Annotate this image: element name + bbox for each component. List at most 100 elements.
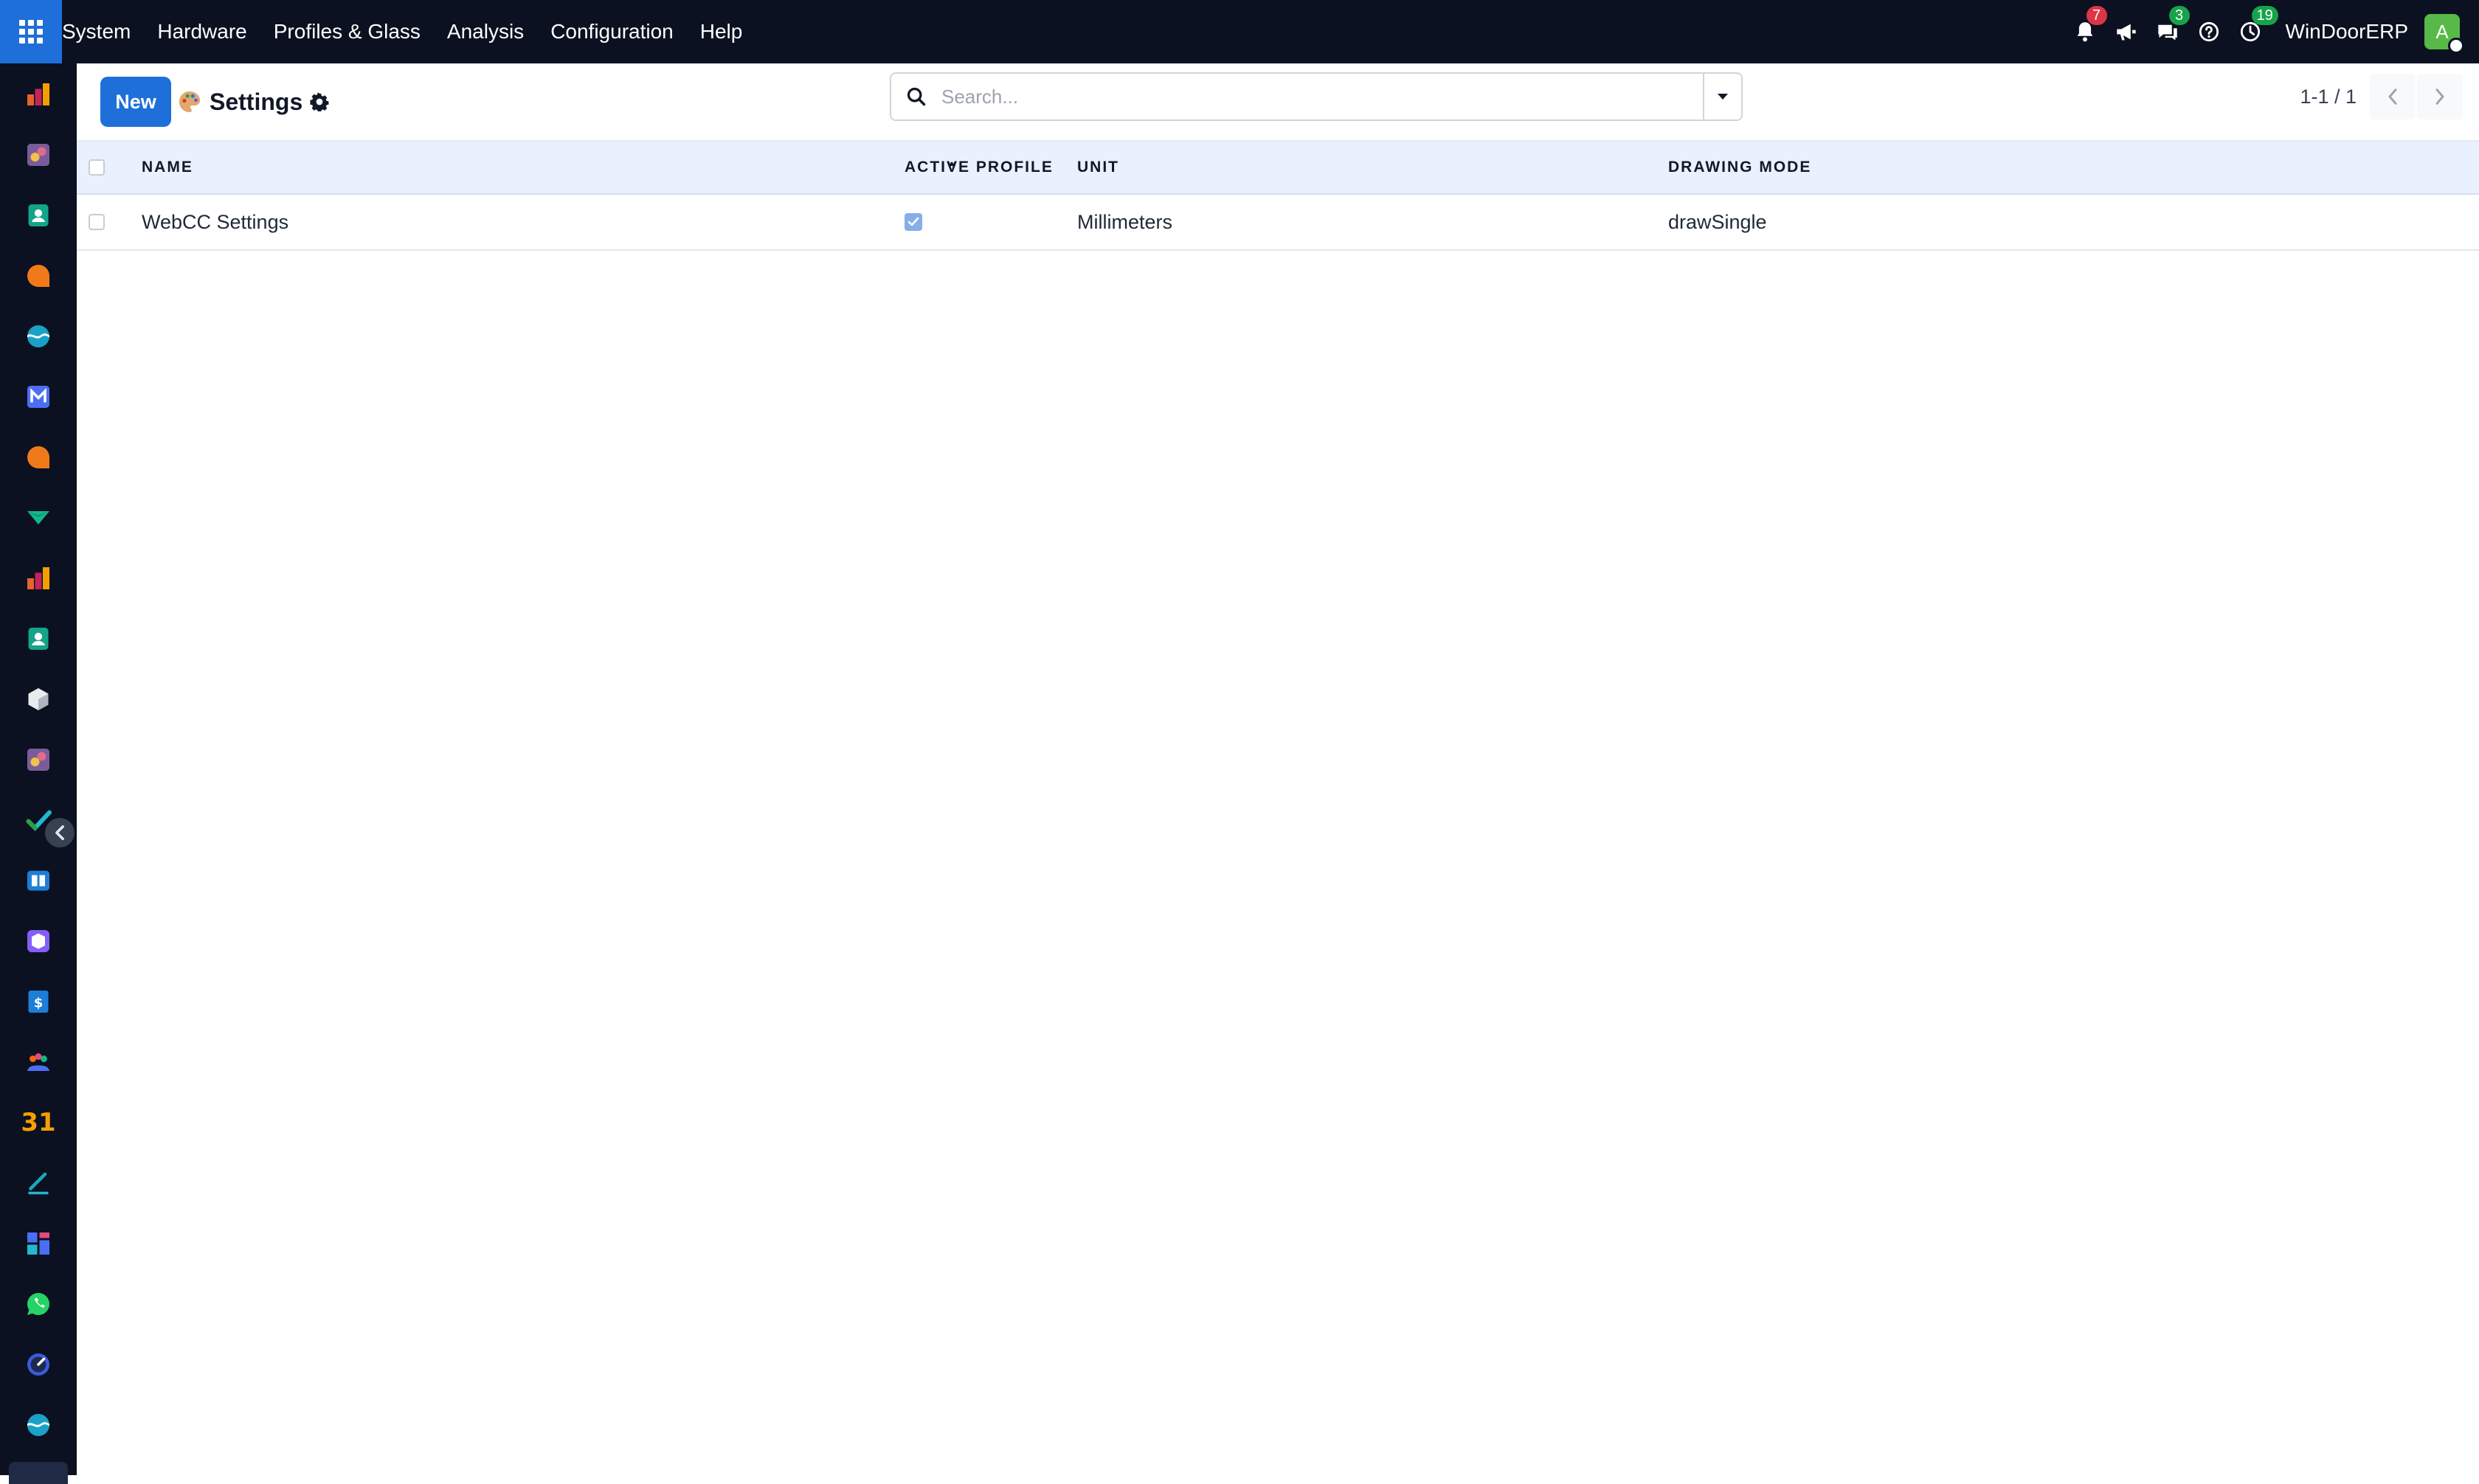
sidebar-app-live-chat[interactable] xyxy=(21,440,56,475)
sidebar-active-item[interactable] xyxy=(9,1462,68,1484)
active-profile-checkbox xyxy=(905,213,922,231)
pager-previous-button[interactable] xyxy=(2370,74,2416,119)
sidebar-app-calendar[interactable]: 31 xyxy=(21,1105,56,1140)
search-input[interactable] xyxy=(941,74,1703,119)
menu-analysis[interactable]: Analysis xyxy=(434,0,537,63)
column-header-label: Active Profile xyxy=(905,159,1054,176)
announcements-button[interactable] xyxy=(2107,0,2146,63)
user-avatar[interactable]: A xyxy=(2424,14,2464,54)
messages-button[interactable]: 3 xyxy=(2148,0,2190,63)
cell-name: WebCC Settings xyxy=(142,195,288,249)
menu-profiles-glass[interactable]: Profiles & Glass xyxy=(260,0,434,63)
apps-menu-button[interactable] xyxy=(0,0,62,63)
sidebar-app-contacts[interactable] xyxy=(21,198,56,233)
contacts-app-icon xyxy=(28,204,49,226)
book-app-icon xyxy=(27,870,49,891)
fold-app-icon xyxy=(27,511,49,524)
cube-app-icon xyxy=(28,688,49,710)
app-sidebar: $ 31 xyxy=(0,63,77,1484)
sidebar-app-discuss[interactable] xyxy=(21,258,56,294)
row-select-cell xyxy=(89,195,105,249)
search-options-toggle[interactable] xyxy=(1703,74,1741,119)
help-icon xyxy=(2199,21,2219,42)
sidebar-app-whatsapp[interactable] xyxy=(21,1286,56,1322)
company-switcher[interactable]: WinDoorERP xyxy=(2286,20,2408,44)
dashboard-app-icon xyxy=(27,1232,49,1255)
column-header-name[interactable]: Name xyxy=(142,142,956,193)
sidebar-app-wave-2[interactable] xyxy=(21,1407,56,1443)
sidebar-app-dashboard[interactable] xyxy=(21,1226,56,1261)
caret-down-icon xyxy=(1718,94,1728,100)
svg-text:$: $ xyxy=(34,996,44,1011)
box-app-icon xyxy=(27,930,49,952)
record-drawing-mode: drawSingle xyxy=(1668,210,1767,233)
wave-app-icon xyxy=(27,325,49,347)
sidebar-app-fold[interactable] xyxy=(21,500,56,535)
menu-help[interactable]: Help xyxy=(687,0,756,63)
menu-hardware[interactable]: Hardware xyxy=(144,0,260,63)
sidebar-app-knowledge[interactable] xyxy=(21,863,56,898)
chevron-left-icon xyxy=(55,825,64,841)
sidebar-app-products[interactable] xyxy=(21,923,56,959)
avatar-initial: A xyxy=(2435,20,2449,43)
mail-app-icon xyxy=(27,386,49,408)
sign-app-icon xyxy=(28,1172,49,1195)
notifications-button[interactable]: 7 xyxy=(2066,0,2107,63)
sidebar-app-mail[interactable] xyxy=(21,379,56,415)
contacts-app-icon xyxy=(28,628,49,650)
notification-count-badge: 7 xyxy=(2086,6,2107,25)
sidebar-app-gauge[interactable] xyxy=(21,1347,56,1382)
column-header-label: Unit xyxy=(1077,159,1119,176)
pager-next-button[interactable] xyxy=(2417,74,2463,119)
gear-icon[interactable] xyxy=(310,92,329,111)
record-unit: Millimeters xyxy=(1077,210,1173,233)
search-bar xyxy=(890,72,1743,121)
presence-status-icon xyxy=(2448,38,2464,54)
calendar-app-icon: 31 xyxy=(21,1108,56,1137)
sidebar-app-employees[interactable] xyxy=(21,621,56,656)
top-navbar: System Hardware Profiles & Glass Analysi… xyxy=(0,0,2479,63)
team-app-icon xyxy=(27,1053,49,1071)
breadcrumb: Settings xyxy=(177,77,329,127)
sidebar-app-invoicing[interactable]: $ xyxy=(21,984,56,1019)
table-row[interactable]: WebCC Settings Millimeters drawSingle xyxy=(77,195,2479,251)
column-header-unit[interactable]: Unit xyxy=(1077,142,1119,193)
sidebar-app-sign[interactable] xyxy=(21,1165,56,1201)
bar-chart-app-icon xyxy=(27,567,49,589)
menu-system[interactable]: System xyxy=(62,0,144,63)
clock-icon xyxy=(2240,21,2260,42)
sidebar-app-colors[interactable] xyxy=(21,137,56,173)
sidebar-app-bar-chart[interactable] xyxy=(21,77,56,112)
chat-bubble-app-icon xyxy=(27,265,49,287)
sidebar-app-website[interactable] xyxy=(21,742,56,777)
pager-value[interactable]: 1-1 / 1 xyxy=(2300,86,2357,108)
activities-button[interactable]: 19 xyxy=(2231,0,2278,63)
megaphone-icon xyxy=(2116,24,2136,41)
message-count-badge: 3 xyxy=(2168,6,2190,25)
column-header-active-profile[interactable]: Active Profile xyxy=(905,142,1054,193)
menu-configuration[interactable]: Configuration xyxy=(537,0,687,63)
sidebar-app-team[interactable] xyxy=(21,1044,56,1080)
whatsapp-app-icon xyxy=(27,1293,49,1315)
table-header: Name Active Profile Unit Drawing Mode xyxy=(77,142,2479,195)
chat-bubble-app-icon xyxy=(27,446,49,468)
sidebar-app-reporting[interactable] xyxy=(21,561,56,596)
pager: 1-1 / 1 xyxy=(2300,72,2463,121)
sidebar-collapse-button[interactable] xyxy=(43,816,77,850)
palette-icon xyxy=(179,91,201,113)
select-all-checkbox[interactable] xyxy=(89,159,105,176)
colors-app-icon xyxy=(27,144,49,166)
column-header-drawing-mode[interactable]: Drawing Mode xyxy=(1668,142,1811,193)
new-button[interactable]: New xyxy=(100,77,171,127)
list-view-table: Name Active Profile Unit Drawing Mode We… xyxy=(77,142,2479,251)
sidebar-app-inventory[interactable] xyxy=(21,682,56,717)
sidebar-app-wave[interactable] xyxy=(21,319,56,354)
gauge-app-icon xyxy=(27,1353,49,1376)
chevron-right-icon xyxy=(2435,89,2444,105)
control-panel: New Settings 1-1 / 1 xyxy=(77,63,2479,142)
checkmark-icon xyxy=(907,217,919,226)
help-button[interactable] xyxy=(2190,0,2228,63)
row-select-checkbox[interactable] xyxy=(89,214,105,230)
search-icon xyxy=(891,74,941,119)
column-header-label: Name xyxy=(142,159,193,176)
